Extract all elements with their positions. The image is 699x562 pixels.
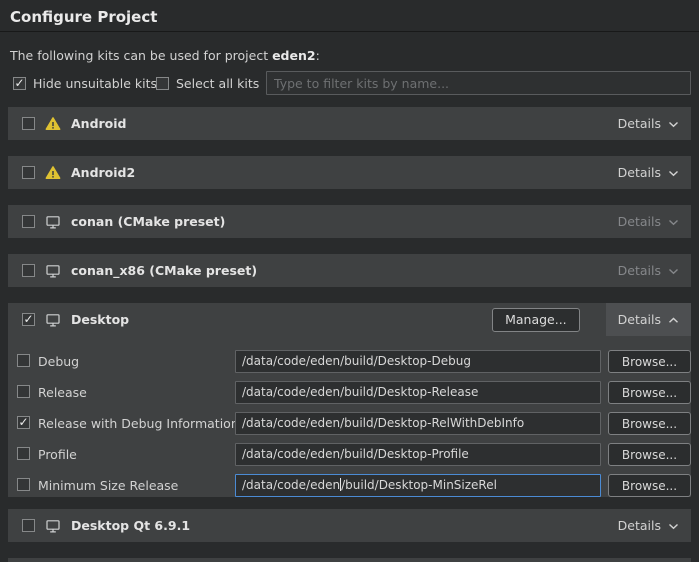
details-toggle-label: Details (618, 214, 661, 229)
kit-row-conan-x86: conan_x86 (CMake preset) Details (8, 254, 691, 287)
details-toggle-label: Details (618, 312, 661, 327)
warning-icon (45, 165, 61, 181)
kit-checkbox-desktop[interactable]: ✓ (22, 313, 35, 326)
config-checkbox-release[interactable] (17, 385, 30, 398)
desktop-icon (45, 263, 61, 279)
chevron-down-icon (668, 268, 679, 275)
config-row-release: Release/data/code/eden/build/Desktop-Rel… (8, 381, 691, 404)
chevron-up-icon (668, 317, 679, 324)
hide-unsuitable-kits-label: Hide unsuitable kits (33, 76, 157, 91)
kit-checkbox-conan-x86[interactable] (22, 264, 35, 277)
browse-button-release[interactable]: Browse... (608, 381, 691, 404)
details-toggle-desktop[interactable]: Details (606, 303, 691, 336)
kit-checkbox-android[interactable] (22, 117, 35, 130)
manage-button[interactable]: Manage... (492, 308, 580, 332)
config-checkbox-minimum-size-release[interactable] (17, 478, 30, 491)
desktop-icon (45, 518, 61, 534)
browse-button-minimum-size-release[interactable]: Browse... (608, 474, 691, 497)
kit-name: conan (CMake preset) (71, 214, 225, 229)
kits-intro-text: The following kits can be used for proje… (10, 48, 320, 63)
kit-row-conan: conan (CMake preset) Details (8, 205, 691, 238)
project-name: eden2 (272, 48, 316, 63)
path-text: /build/Desktop-MinSizeRel (341, 478, 497, 492)
select-all-kits-label: Select all kits (176, 76, 259, 91)
kit-header-desktop: ✓ Desktop Manage... Details (8, 303, 691, 336)
kit-filter-toolbar: ✓ Hide unsuitable kits Select all kits (0, 71, 699, 96)
title-separator (0, 31, 699, 32)
details-toggle-label: Details (618, 165, 661, 180)
config-checkbox-release-with-debug-information[interactable]: ✓ (17, 416, 30, 429)
config-row-release-with-debug-information: ✓ Release with Debug Information/data/cod… (8, 412, 691, 435)
details-toggle-label: Details (618, 263, 661, 278)
kit-details-desktop: Debug/data/code/eden/build/Desktop-Debug… (8, 336, 691, 497)
build-dir-input-profile[interactable]: /data/code/eden/build/Desktop-Profile (235, 443, 601, 466)
kit-name: Android2 (71, 165, 135, 180)
config-label: Minimum Size Release (38, 474, 178, 497)
details-toggle-desktop-qt[interactable]: Details (606, 509, 691, 542)
kit-name: Desktop Qt 6.9.1 (71, 518, 190, 533)
kit-filter-input[interactable] (266, 71, 691, 95)
kit-header-desktop-qt: Desktop Qt 6.9.1 Details (8, 509, 691, 542)
config-label: Debug (38, 350, 79, 373)
select-all-kits-checkbox-group[interactable]: Select all kits (156, 76, 259, 91)
config-checkbox-profile[interactable] (17, 447, 30, 460)
kit-row-android2: Android2 Details (8, 156, 691, 189)
build-dir-input-release[interactable]: /data/code/eden/build/Desktop-Release (235, 381, 601, 404)
build-dir-input-minimum-size-release[interactable]: /data/code/eden/build/Desktop-MinSizeRel (235, 474, 601, 497)
config-row-profile: Profile/data/code/eden/build/Desktop-Pro… (8, 443, 691, 466)
kit-header-conan-x86: conan_x86 (CMake preset) Details (8, 254, 691, 287)
browse-button-profile[interactable]: Browse... (608, 443, 691, 466)
kit-row-android: Android Details (8, 107, 691, 140)
build-dir-input-release-with-debug-information[interactable]: /data/code/eden/build/Desktop-RelWithDeb… (235, 412, 601, 435)
kit-row-desktop-qt: Desktop Qt 6.9.1 Details (8, 509, 691, 542)
kit-list: AndroidDetailsAndroid2Detailsconan (CMak… (8, 107, 691, 562)
kit-name: Desktop (71, 312, 129, 327)
checkmark-icon: ✓ (23, 313, 33, 325)
kit-checkbox-conan[interactable] (22, 215, 35, 228)
chevron-down-icon (668, 523, 679, 530)
config-label: Profile (38, 443, 77, 466)
hide-unsuitable-kits-checkbox[interactable]: ✓ (13, 77, 26, 90)
page-title: Configure Project (10, 8, 157, 26)
kit-row-partial (8, 558, 691, 562)
checkmark-icon: ✓ (14, 77, 24, 89)
chevron-down-icon (668, 170, 679, 177)
details-toggle-conan-x86[interactable]: Details (606, 254, 691, 287)
checkmark-icon: ✓ (18, 416, 28, 428)
config-row-debug: Debug/data/code/eden/build/Desktop-Debug… (8, 350, 691, 373)
details-toggle-android[interactable]: Details (606, 107, 691, 140)
details-toggle-label: Details (618, 116, 661, 131)
kit-checkbox-desktop-qt[interactable] (22, 519, 35, 532)
config-label: Release (38, 381, 87, 404)
config-checkbox-debug[interactable] (17, 354, 30, 367)
kit-header-android: Android Details (8, 107, 691, 140)
details-toggle-android2[interactable]: Details (606, 156, 691, 189)
details-toggle-conan[interactable]: Details (606, 205, 691, 238)
kit-row-desktop: ✓ Desktop Manage... Details Debug/data/code/… (8, 303, 691, 497)
chevron-down-icon (668, 121, 679, 128)
kit-header-conan: conan (CMake preset) Details (8, 205, 691, 238)
hide-unsuitable-kits-checkbox-group[interactable]: ✓ Hide unsuitable kits (13, 76, 157, 91)
config-row-minimum-size-release: Minimum Size Release/data/code/eden/buil… (8, 474, 691, 497)
desktop-icon (45, 312, 61, 328)
kit-header-android2: Android2 Details (8, 156, 691, 189)
warning-icon (45, 116, 61, 132)
config-label: Release with Debug Information (38, 412, 239, 435)
desktop-icon (45, 214, 61, 230)
browse-button-release-with-debug-information[interactable]: Browse... (608, 412, 691, 435)
browse-button-debug[interactable]: Browse... (608, 350, 691, 373)
kit-name: Android (71, 116, 127, 131)
kit-checkbox-android2[interactable] (22, 166, 35, 179)
select-all-kits-checkbox[interactable] (156, 77, 169, 90)
details-toggle-label: Details (618, 518, 661, 533)
kit-name: conan_x86 (CMake preset) (71, 263, 257, 278)
chevron-down-icon (668, 219, 679, 226)
path-text: /data/code/eden (242, 478, 340, 492)
build-dir-input-debug[interactable]: /data/code/eden/build/Desktop-Debug (235, 350, 601, 373)
